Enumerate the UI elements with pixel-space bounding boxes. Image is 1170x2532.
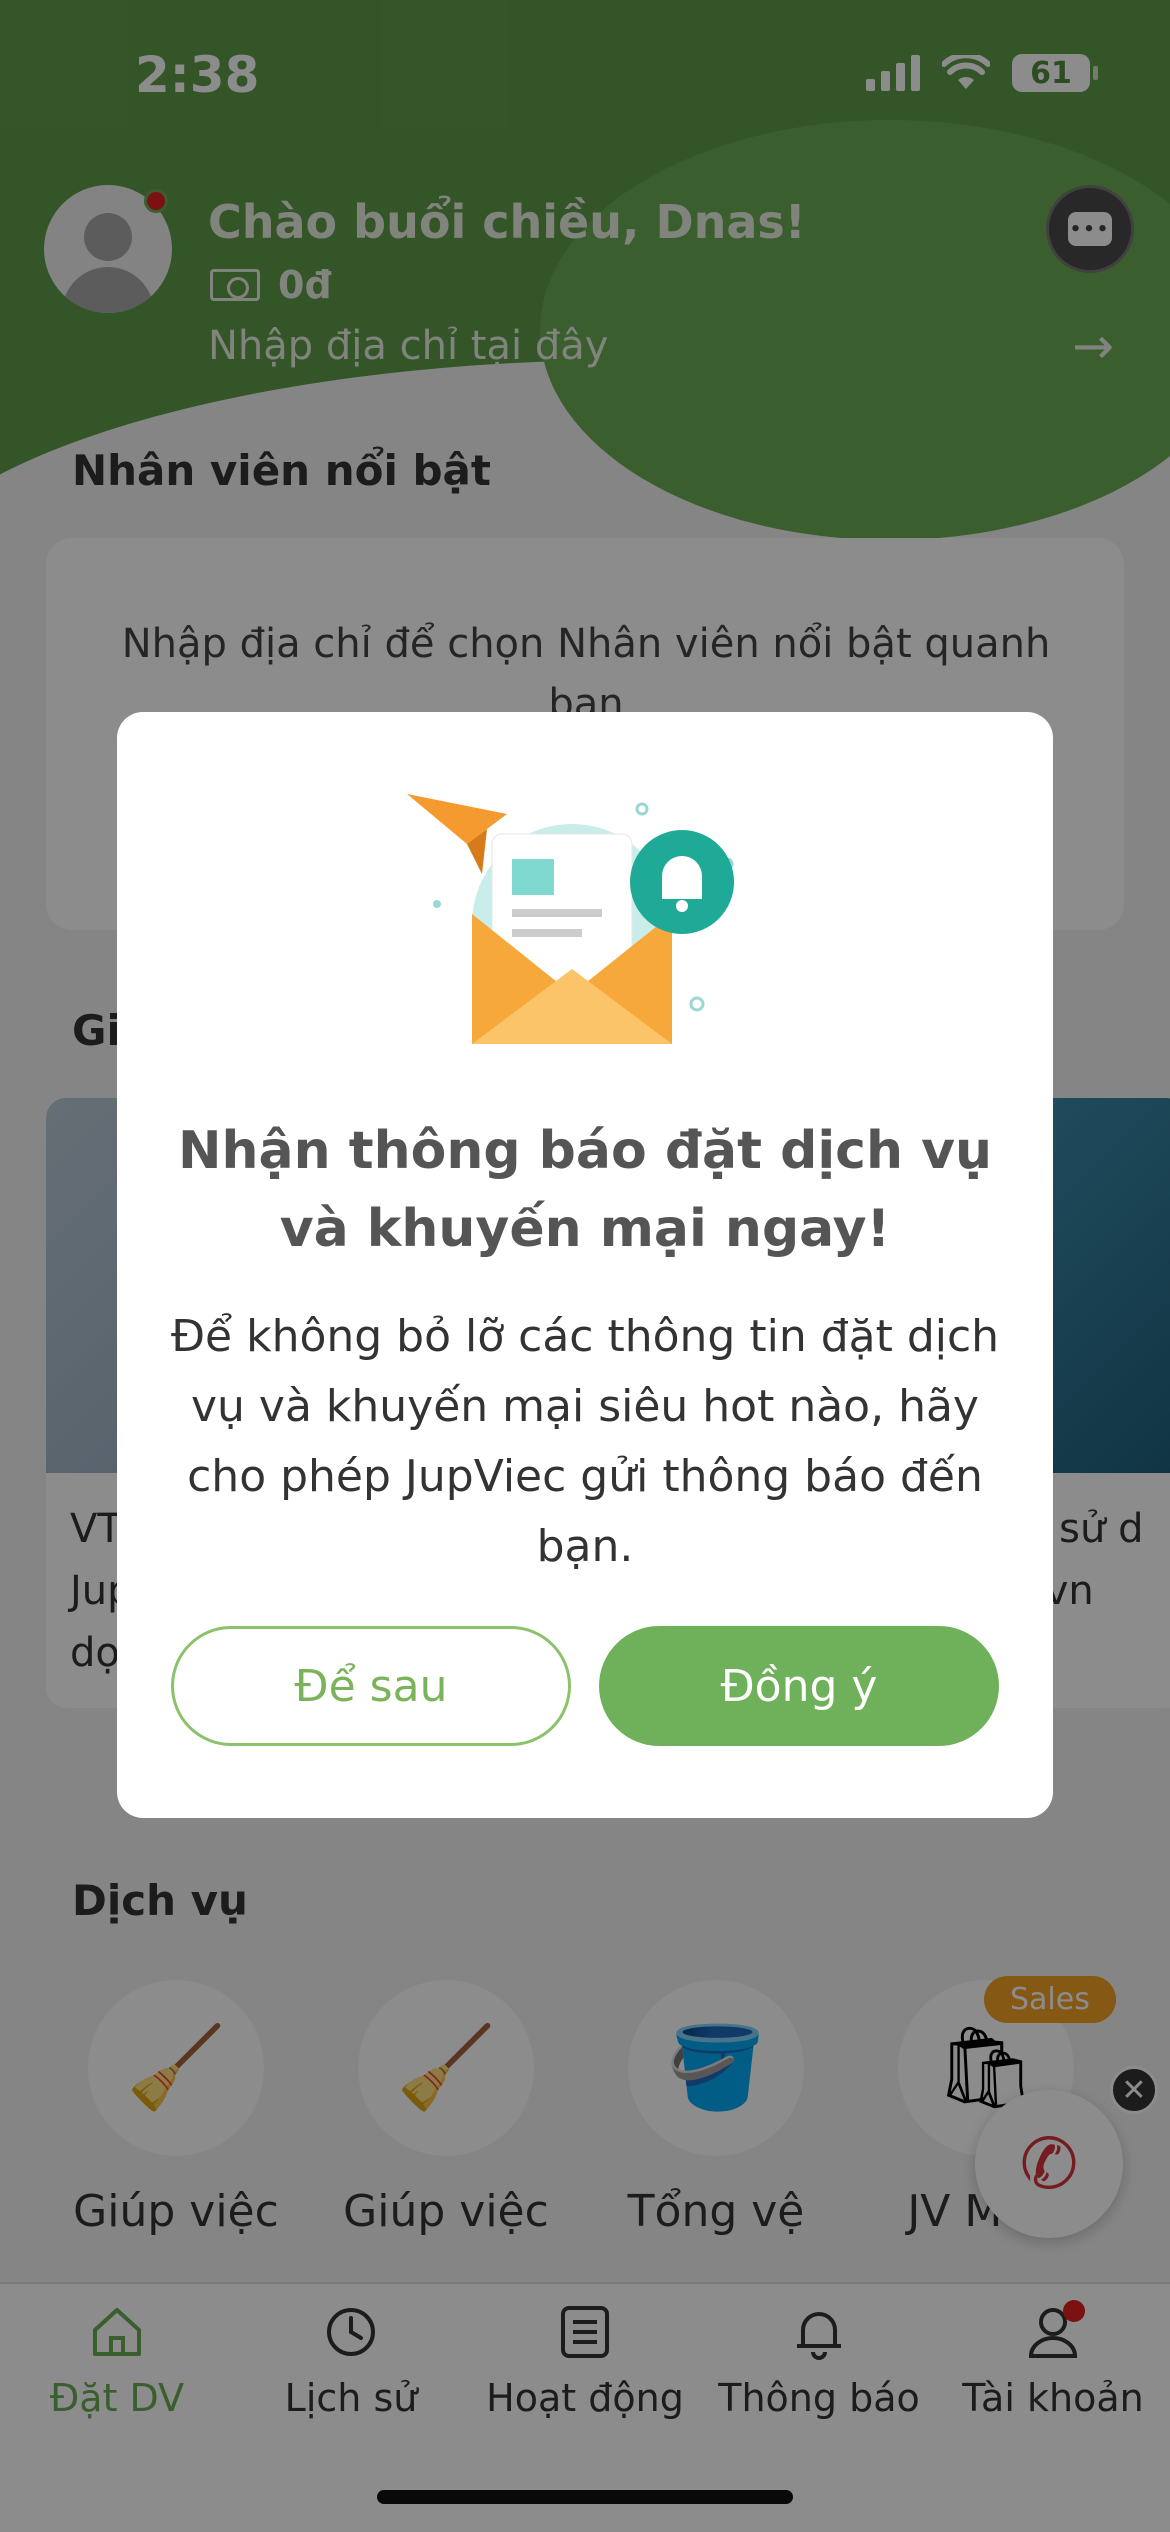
dialog-message: Để không bỏ lỡ các thông tin đặt dịch vụ…: [170, 1311, 1000, 1572]
dialog-title: Nhận thông báo đặt dịch vụ và khuyến mại…: [177, 1121, 993, 1259]
envelope-bell-illustration: [407, 794, 734, 1044]
app-screen: 2:38 61 Chào buổi chiều, Dnas! 0đ Nhập đ…: [0, 0, 1170, 2532]
later-button[interactable]: Để sau: [171, 1626, 571, 1746]
notification-permission-dialog: Nhận thông báo đặt dịch vụ và khuyến mại…: [117, 712, 1053, 1818]
agree-button[interactable]: Đồng ý: [599, 1626, 999, 1746]
